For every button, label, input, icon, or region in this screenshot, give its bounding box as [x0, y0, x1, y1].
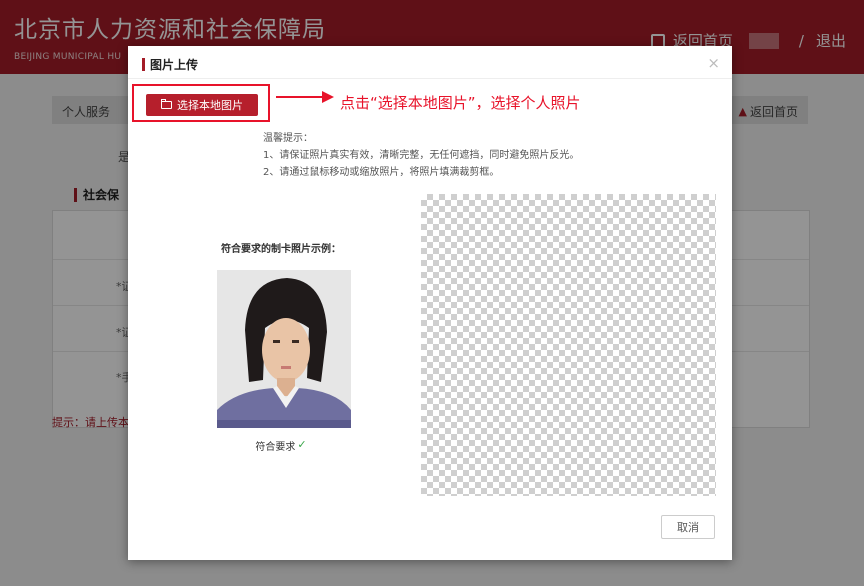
dialog-title-text: 图片上传	[150, 58, 199, 72]
choose-local-image-label: 选择本地图片	[177, 99, 243, 112]
cancel-button[interactable]: 取消	[661, 515, 715, 539]
sample-ok-text: 符合要求	[255, 442, 296, 453]
tip-item: 2、请通过鼠标移动或缩放照片，将照片填满裁剪框。	[263, 167, 500, 178]
highlight-frame: 选择本地图片	[132, 84, 270, 122]
sample-photo-title: 符合要求的制卡照片示例：	[221, 244, 341, 255]
sample-photo-image	[217, 270, 351, 428]
folder-icon	[161, 99, 172, 109]
check-icon: ✓	[297, 438, 307, 451]
dialog-header: 图片上传 ×	[128, 46, 732, 79]
tips-block: 温馨提示： 1、请保证照片真实有效，清晰完整，无任何遮挡，同时避免照片反光。 2…	[263, 130, 579, 181]
tip-item: 1、请保证照片真实有效，清晰完整，无任何遮挡，同时避免照片反光。	[263, 150, 580, 161]
photo-upload-dialog: 图片上传 × 选择本地图片 点击“选择本地图片”，选择个人照片 温馨提示： 1、…	[128, 46, 732, 560]
annotation-text: 点击“选择本地图片”，选择个人照片	[340, 94, 581, 112]
sample-ok-label: 符合要求 ✓	[128, 438, 434, 453]
sample-id-photo	[217, 270, 351, 428]
dialog-title: 图片上传	[142, 56, 198, 73]
choose-local-image-button[interactable]: 选择本地图片	[146, 94, 258, 116]
tips-heading: 温馨提示：	[263, 133, 313, 144]
close-icon[interactable]: ×	[707, 54, 720, 72]
annotation-arrow	[276, 91, 334, 103]
image-crop-area[interactable]	[421, 194, 716, 496]
title-marker	[142, 58, 145, 71]
